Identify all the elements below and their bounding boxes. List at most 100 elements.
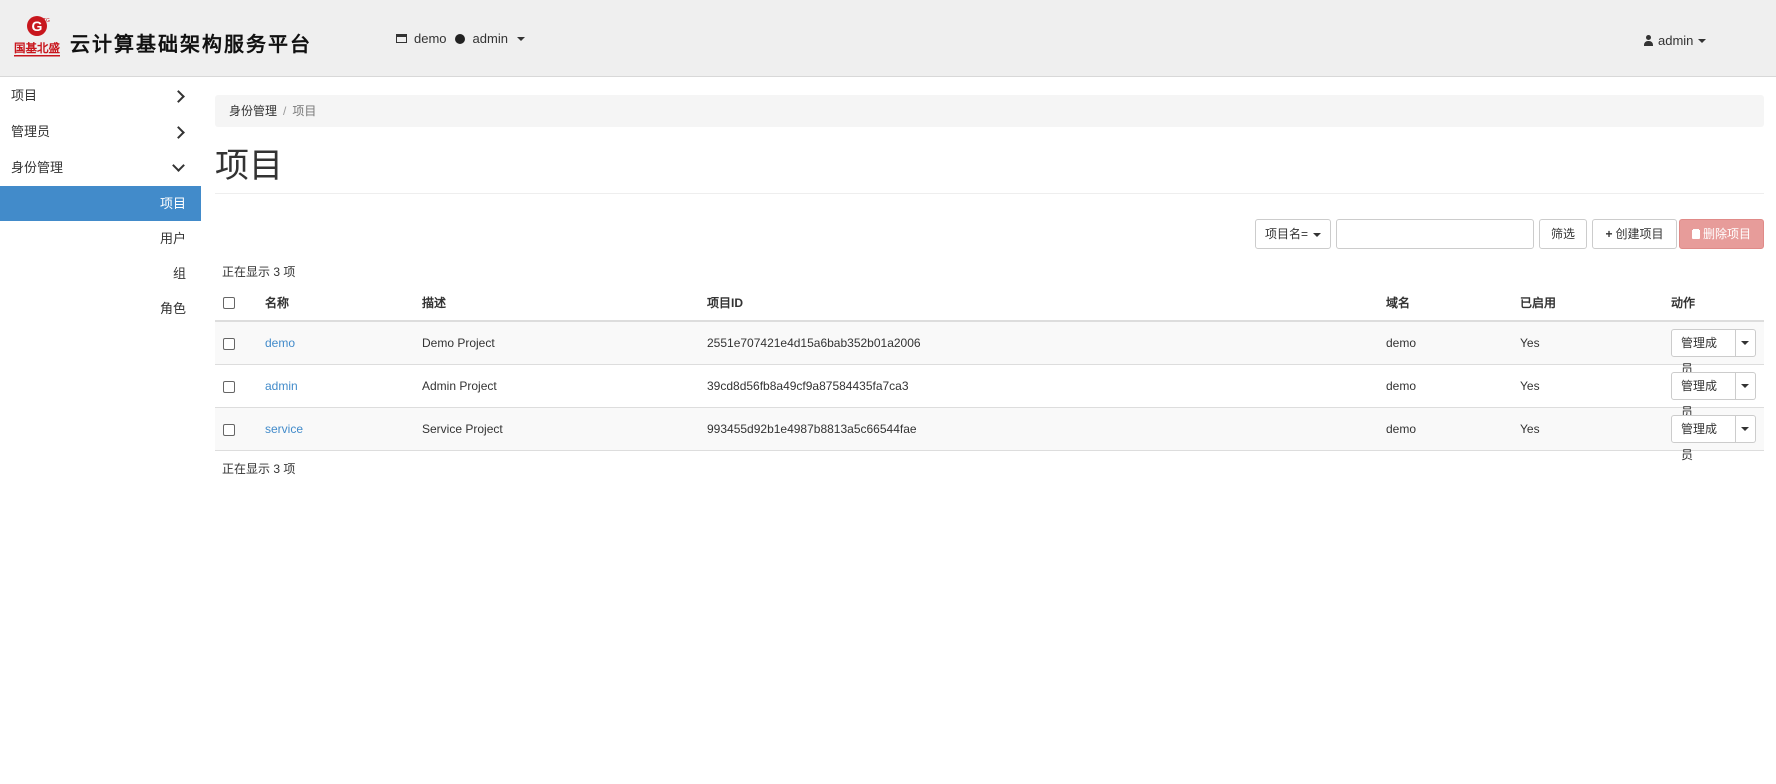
project-icon [396,34,407,43]
row-select-cell [215,364,257,408]
col-header-project-id[interactable]: 项目ID [699,284,1378,322]
row-actions-dropdown-toggle[interactable] [1735,329,1756,357]
project-id: 993455d92b1e4987b8813a5c66544fae [699,407,1378,451]
caret-down-icon [1741,427,1750,431]
project-domain: demo [1378,407,1512,451]
project-name-cell: service [257,407,414,451]
project-id: 2551e707421e4d15a6bab352b01a2006 [699,320,1378,365]
sidebar-item-project[interactable]: 项目 [0,78,201,114]
separator-dot-icon [454,33,465,44]
project-enabled: Yes [1512,320,1663,365]
row-actions-dropdown-toggle[interactable] [1735,372,1756,400]
project-name-link[interactable]: service [265,422,303,436]
project-id: 39cd8d56fb8a49cf9a87584435fa7ca3 [699,364,1378,408]
row-select-cell [215,407,257,451]
filter-input[interactable] [1336,219,1534,249]
row-actions: 管理成员 [1663,364,1764,419]
row-actions: 管理成员 [1663,320,1764,376]
row-checkbox[interactable] [223,380,235,393]
logo-text: 国基北盛 [14,41,60,55]
sidebar-item-label: 项目 [11,88,38,103]
current-project: demo [414,31,447,46]
sidebar-subitem-projects[interactable]: 项目 [0,186,201,221]
breadcrumb-separator: / [283,104,287,118]
filter-field-label: 项目名= [1264,227,1308,241]
action-button-group: 管理成员 [1671,372,1756,419]
sidebar-subitem-groups[interactable]: 组 [0,256,201,291]
project-description: Demo Project [414,320,699,365]
breadcrumb-current: 项目 [292,104,317,118]
sidebar-item-label: 管理员 [11,124,51,139]
projects-table: 名称 描述 项目ID 域名 已启用 动作 demo Demo Project 2… [215,284,1764,462]
delete-projects-label: 删除项目 [1702,227,1751,241]
caret-down-icon [516,36,525,41]
col-header-name[interactable]: 名称 [257,284,414,322]
project-domain: demo [1378,364,1512,408]
row-checkbox[interactable] [223,337,235,350]
create-project-label: 创建项目 [1615,227,1664,241]
project-name-link[interactable]: admin [265,379,298,393]
chevron-down-icon [172,159,185,172]
top-navbar: G TG 国基北盛 云计算基础架构服务平台 demo admin admin [0,0,1776,77]
table-row: admin Admin Project 39cd8d56fb8a49cf9a87… [215,364,1764,419]
select-all-checkbox[interactable] [223,296,235,309]
caret-down-icon [1313,232,1321,237]
chevron-right-icon [172,126,185,139]
project-enabled: Yes [1512,364,1663,408]
svg-text:G: G [32,18,43,34]
row-actions: 管理成员 [1663,407,1764,462]
sidebar-item-admin[interactable]: 管理员 [0,114,201,150]
user-icon [1644,35,1653,46]
table-header-row: 名称 描述 项目ID 域名 已启用 动作 [215,284,1764,322]
user-menu-dropdown[interactable]: admin [1644,33,1707,48]
filter-button[interactable]: 筛选 [1539,219,1587,249]
select-all-cell [215,284,257,322]
project-name-cell: admin [257,364,414,408]
trash-icon [1691,230,1700,239]
col-header-actions: 动作 [1663,284,1764,322]
brand-logo[interactable]: G TG 国基北盛 [10,14,64,60]
item-count-bottom: 正在显示 3 项 [222,462,296,476]
project-description: Service Project [414,407,699,451]
sidebar-item-identity[interactable]: 身份管理 [0,150,201,186]
action-button-group: 管理成员 [1671,415,1756,462]
project-enabled: Yes [1512,407,1663,451]
col-header-enabled[interactable]: 已启用 [1512,284,1663,322]
action-button-group: 管理成员 [1671,329,1756,376]
logo-mark-icon: G TG 国基北盛 [14,16,60,57]
table-row: service Service Project 993455d92b1e4987… [215,407,1764,462]
breadcrumb: 身份管理 / 项目 [215,95,1764,127]
manage-members-button[interactable]: 管理成员 [1671,415,1736,462]
create-project-button[interactable]: + 创建项目 [1592,219,1677,249]
current-domain-user: admin [472,31,508,46]
caret-down-icon [1741,384,1750,388]
platform-title: 云计算基础架构服务平台 [70,32,312,56]
col-header-domain[interactable]: 域名 [1378,284,1512,322]
breadcrumb-identity-link[interactable]: 身份管理 [229,104,277,118]
manage-members-button[interactable]: 管理成员 [1671,372,1736,419]
row-select-cell [215,320,257,365]
page-title: 项目 [215,147,283,185]
col-header-description[interactable]: 描述 [414,284,699,322]
item-count-top: 正在显示 3 项 [222,265,296,279]
sidebar-subitem-users[interactable]: 用户 [0,221,201,256]
project-description: Admin Project [414,364,699,408]
project-domain: demo [1378,320,1512,365]
caret-down-icon [1741,341,1750,345]
sidebar-subitem-roles[interactable]: 角色 [0,291,201,326]
plus-icon: + [1605,227,1613,241]
user-name: admin [1658,33,1694,48]
manage-members-button[interactable]: 管理成员 [1671,329,1736,376]
delete-projects-button[interactable]: 删除项目 [1679,219,1764,249]
chevron-right-icon [172,90,185,103]
project-name-link[interactable]: demo [265,336,295,350]
sidebar: 项目 管理员 身份管理 项目 用户 组 角色 [0,78,201,326]
title-divider [215,193,1764,194]
row-actions-dropdown-toggle[interactable] [1735,415,1756,443]
caret-down-icon [1698,38,1707,43]
project-name-cell: demo [257,320,414,365]
filter-field-select[interactable]: 项目名= [1255,219,1331,249]
project-context-dropdown[interactable]: demo admin [396,31,525,46]
sidebar-item-label: 身份管理 [11,160,64,175]
row-checkbox[interactable] [223,423,235,436]
